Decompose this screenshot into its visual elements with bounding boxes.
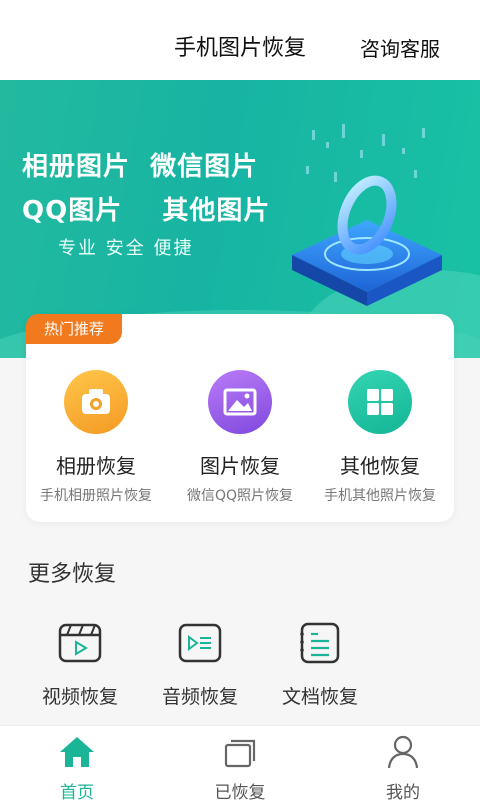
album-recovery-label: 相册恢复 (56, 454, 136, 478)
image-recovery-label: 图片恢复 (200, 454, 280, 478)
album-recovery-button[interactable]: 相册恢复 手机相册照片恢复 (26, 370, 166, 505)
audio-recovery-button[interactable]: 音频恢复 (145, 620, 255, 709)
hot-recommend-card: 相册恢复 手机相册照片恢复 图片恢复 微信QQ照片恢复 其他恢复 手机其他照片恢… (26, 314, 454, 522)
hot-recommend-tag: 热门推荐 (26, 314, 122, 344)
bottom-tab-bar: 首页 已恢复 我的 (0, 725, 480, 800)
video-recovery-button[interactable]: 视频恢复 (25, 620, 135, 709)
image-icon (208, 370, 272, 434)
tab-home[interactable]: 首页 (17, 734, 137, 800)
audio-icon (178, 623, 222, 663)
document-icon (300, 622, 340, 664)
more-recovery-title: 更多恢复 (28, 562, 117, 587)
camera-icon (64, 370, 128, 434)
tab-profile[interactable]: 我的 (343, 734, 463, 800)
audio-recovery-label: 音频恢复 (161, 686, 238, 708)
tab-restored-label: 已恢复 (214, 783, 266, 800)
tab-restored[interactable]: 已恢复 (180, 734, 300, 800)
tab-home-label: 首页 (60, 783, 94, 800)
document-recovery-label: 文档恢复 (281, 686, 358, 708)
profile-icon (387, 735, 419, 769)
document-recovery-button[interactable]: 文档恢复 (265, 620, 375, 709)
other-recovery-label: 其他恢复 (340, 454, 420, 478)
banner-line-1: 相册图片 微信图片 (22, 152, 259, 182)
video-recovery-label: 视频恢复 (41, 686, 118, 708)
album-recovery-desc: 手机相册照片恢复 (40, 488, 152, 504)
top-header: 手机图片恢复 咨询客服 (0, 0, 480, 80)
grid-icon (348, 370, 412, 434)
home-icon (60, 737, 94, 767)
video-icon (58, 623, 102, 663)
other-recovery-desc: 手机其他照片恢复 (324, 488, 436, 504)
image-recovery-button[interactable]: 图片恢复 微信QQ照片恢复 (170, 370, 310, 505)
tab-profile-label: 我的 (386, 783, 420, 800)
customer-service-button[interactable]: 咨询客服 (360, 33, 440, 62)
restored-icon (224, 739, 256, 768)
banner-line-2: QQ图片 其他图片 (22, 196, 271, 226)
image-recovery-desc: 微信QQ照片恢复 (186, 488, 294, 504)
recovery-illustration (292, 124, 442, 306)
other-recovery-button[interactable]: 其他恢复 手机其他照片恢复 (310, 370, 450, 505)
banner-slogan: 专业 安全 便捷 (58, 238, 194, 259)
